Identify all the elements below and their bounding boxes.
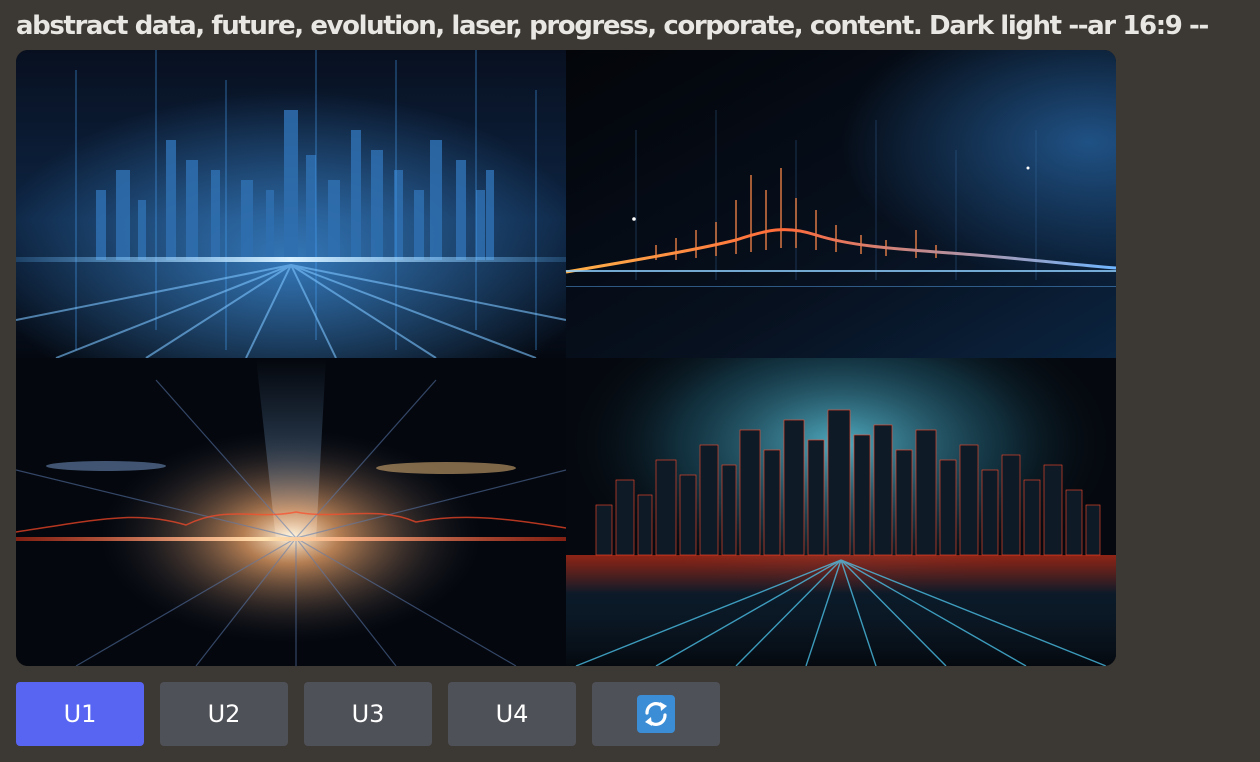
upscale-4-button[interactable]: U4 [448, 682, 576, 746]
upscale-3-button[interactable]: U3 [304, 682, 432, 746]
image-grid[interactable] [16, 50, 1116, 666]
upscale-2-button[interactable]: U2 [160, 682, 288, 746]
image-2-data-wave[interactable] [565, 50, 1116, 358]
image-4-red-cyan-city[interactable] [566, 358, 1116, 666]
image-3-laser-burst[interactable] [16, 358, 567, 666]
image-1-blue-city[interactable] [16, 50, 567, 359]
prompt-text: abstract data, future, evolution, laser,… [16, 11, 1209, 41]
reroll-icon [637, 695, 675, 733]
midjourney-message: abstract data, future, evolution, laser,… [0, 0, 1260, 762]
upscale-1-button[interactable]: U1 [16, 682, 144, 746]
reroll-button[interactable] [592, 682, 720, 746]
